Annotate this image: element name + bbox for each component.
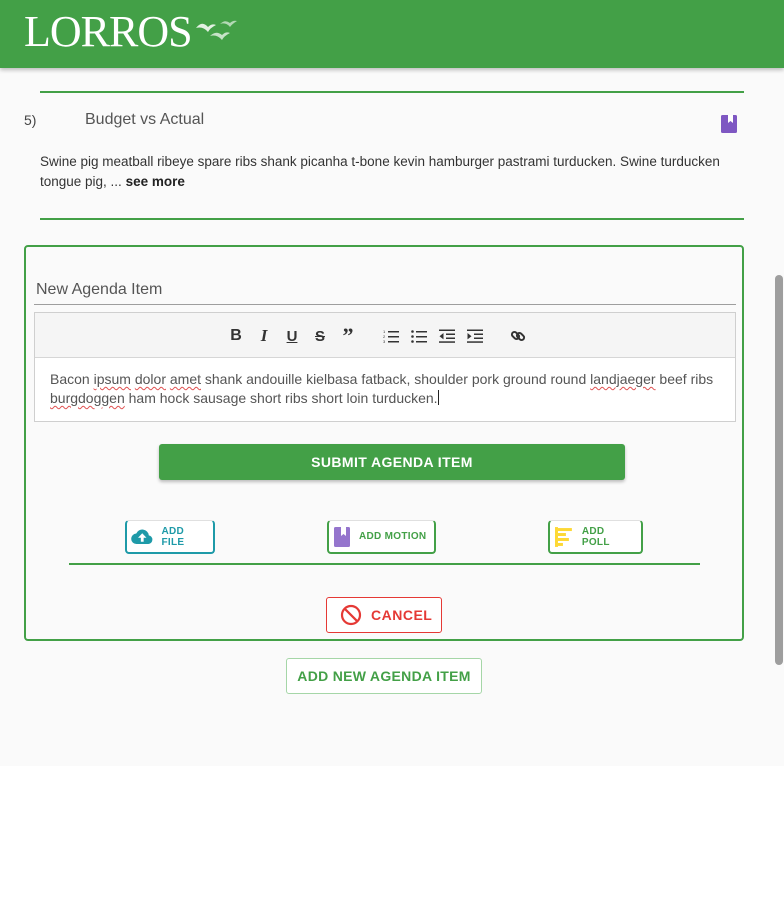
cancel-circle-icon xyxy=(340,604,362,626)
app-bar: LORROS xyxy=(0,0,784,68)
attachment-divider xyxy=(69,563,700,565)
add-new-agenda-item-button[interactable]: ADD NEW AGENDA ITEM xyxy=(286,658,482,694)
misspelled-word: landjaeger xyxy=(590,371,656,387)
agenda-item-number: 5) xyxy=(24,112,37,128)
cloud-upload-icon xyxy=(131,529,153,544)
cancel-button[interactable]: CANCEL xyxy=(326,597,442,633)
agenda-divider-bottom xyxy=(40,218,744,220)
misspelled-word: amet xyxy=(169,371,201,387)
editor-text: Bacon xyxy=(50,371,94,387)
misspelled-word: ipsum xyxy=(93,371,131,387)
add-motion-label: ADD MOTION xyxy=(359,531,427,542)
editor-content[interactable]: Bacon ipsum dolor amet shank andouille k… xyxy=(35,358,735,420)
agenda-item-title[interactable]: Budget vs Actual xyxy=(85,111,204,129)
editor-text: ham hock sausage short ribs short loin t… xyxy=(124,390,438,406)
rich-text-editor: B I U S ” 123 Bacon ipsum dolor amet sha… xyxy=(34,312,736,422)
agenda-item-description: Swine pig meatball ribeye spare ribs sha… xyxy=(40,152,740,192)
outdent-icon[interactable] xyxy=(438,327,456,345)
lorros-logo[interactable]: LORROS xyxy=(24,6,238,56)
link-icon[interactable] xyxy=(509,327,527,345)
page: LORROS 5) Budget vs Actual Swine pig mea… xyxy=(0,0,784,766)
motion-book-icon xyxy=(334,526,350,547)
logo-text: LORROS xyxy=(24,7,193,56)
misspelled-word: burgdoggen xyxy=(50,390,125,406)
indent-icon[interactable] xyxy=(466,327,484,345)
underline-icon[interactable]: U xyxy=(283,327,301,345)
add-poll-label: ADD POLL xyxy=(581,525,610,548)
motion-book-icon[interactable] xyxy=(720,114,738,134)
submit-agenda-item-button[interactable]: SUBMIT AGENDA ITEM xyxy=(159,444,625,480)
text-caret xyxy=(437,390,439,405)
bold-icon[interactable]: B xyxy=(227,327,245,345)
birds-logo-icon xyxy=(195,20,237,40)
bullet-list-icon[interactable] xyxy=(410,327,428,345)
strikethrough-icon[interactable]: S xyxy=(311,327,329,345)
editor-toolbar: B I U S ” 123 xyxy=(35,313,735,358)
svg-text:3: 3 xyxy=(383,339,386,343)
add-file-label: ADD FILE xyxy=(161,525,185,548)
blockquote-icon[interactable]: ” xyxy=(339,323,357,348)
misspelled-word: dolor xyxy=(134,371,166,387)
see-more-link[interactable]: see more xyxy=(126,174,185,189)
agenda-divider-top xyxy=(40,91,744,93)
add-motion-button[interactable]: ADD MOTION xyxy=(327,520,436,554)
agenda-title-input[interactable] xyxy=(34,275,736,305)
editor-text: shank andouille kielbasa fatback, should… xyxy=(201,371,591,387)
cancel-label: CANCEL xyxy=(371,607,433,623)
poll-chart-icon xyxy=(554,526,572,547)
new-agenda-item-form: B I U S ” 123 xyxy=(24,245,744,641)
add-poll-button[interactable]: ADD POLL xyxy=(548,520,643,554)
italic-icon[interactable]: I xyxy=(255,326,273,345)
ordered-list-icon[interactable]: 123 xyxy=(382,327,400,345)
vertical-scrollbar[interactable] xyxy=(775,275,783,665)
add-file-button[interactable]: ADD FILE xyxy=(125,520,215,554)
editor-text: beef ribs xyxy=(655,371,714,387)
